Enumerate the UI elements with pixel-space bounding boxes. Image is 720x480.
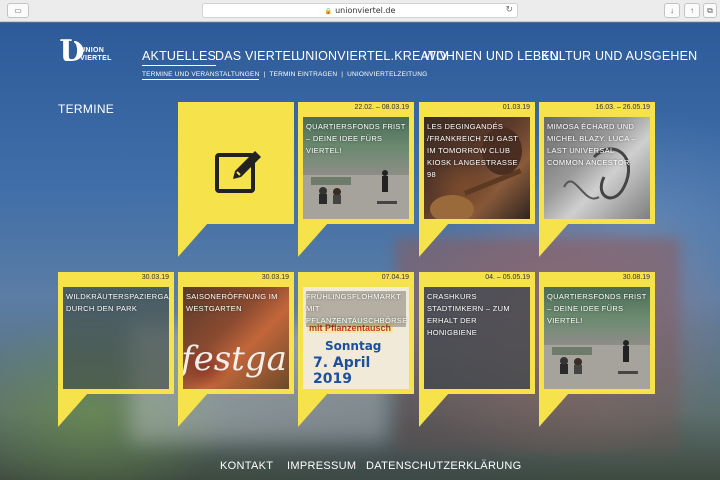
card-date: 30.03.19 — [261, 274, 289, 281]
card-event[interactable]: MIMOSA ÉCHARD UND MICHEL BLAZY. LUCA – L… — [539, 102, 655, 258]
sidebar-toggle-icon[interactable]: ▭ — [7, 3, 29, 18]
section-title: TERMINE — [58, 102, 115, 116]
card-frame: WILDKRÄUTERSPAZIERGANG DURCH DEN PARK — [58, 272, 174, 394]
url-text: unionviertel.de — [335, 6, 396, 15]
card-frame: CRASHKURS STADTIMKERN – ZUM ERHALT DER H… — [419, 272, 535, 394]
card-termin-eintragen[interactable]: TERMIN EINTRAGEN — [178, 102, 294, 258]
poster-line-3: 7. April 2019 — [313, 355, 371, 387]
reload-icon[interactable]: ↻ — [505, 4, 513, 17]
card-event[interactable]: WILDKRÄUTERSPAZIERGANG DURCH DEN PARK 30… — [58, 272, 174, 428]
speech-tail — [539, 223, 569, 257]
footer-link-impressum[interactable]: IMPRESSUM — [287, 460, 356, 472]
card-caption: LES DEGINGANDÉS /FRANKREICH ZU GAST IM T… — [427, 122, 518, 179]
card-date: 30.08.19 — [622, 274, 650, 281]
card-frame: LES DEGINGANDÉS /FRANKREICH ZU GAST IM T… — [419, 102, 535, 224]
footer-link-datenschutz[interactable]: DATENSCHUTZERKLÄRUNG — [366, 460, 522, 472]
card-event[interactable]: QUARTIERSFONDS FRIST – DEINE IDEE FÜRS V… — [539, 272, 655, 428]
nav-item-wohnen-und-leben[interactable]: WOHNEN UND LEBEN — [424, 49, 559, 63]
site-logo[interactable]: Ʋ UNION VIERTEL — [58, 37, 118, 73]
card-date: 07.04.19 — [381, 274, 409, 281]
share-icon[interactable]: ↑ — [684, 3, 700, 18]
logo-word-2: VIERTEL — [80, 55, 112, 62]
poster-line-2: Sonntag — [325, 339, 382, 353]
card-date: 16.03. – 26.05.19 — [595, 104, 651, 111]
subnav-separator: | — [263, 71, 266, 78]
speech-tail — [298, 223, 328, 257]
subnav-termin-eintragen[interactable]: TERMIN EINTRAGEN — [269, 71, 337, 78]
card-frame: MIMOSA ÉCHARD UND MICHEL BLAZY. LUCA – L… — [539, 102, 655, 224]
card-caption: WILDKRÄUTERSPAZIERGANG DURCH DEN PARK — [66, 292, 174, 313]
card-caption: SAISONERÖFFNUNG IM WESTGARTEN — [186, 292, 278, 313]
subnav-termine[interactable]: TERMINE UND VERANSTALTUNGEN — [142, 71, 260, 80]
card-date: 30.03.19 — [141, 274, 169, 281]
card-date: 04. – 05.05.19 — [485, 274, 530, 281]
card-frame: TERMIN EINTRAGEN — [178, 102, 294, 224]
subnav-separator: | — [341, 71, 344, 78]
speech-tail — [178, 393, 208, 427]
card-caption: MIMOSA ÉCHARD UND MICHEL BLAZY. LUCA – L… — [547, 122, 636, 167]
card-date: 22.02. – 08.03.19 — [354, 104, 410, 111]
browser-toolbar: ▭ 🔒 unionviertel.de ↻ ↓ ↑ ⧉ — [0, 0, 720, 22]
subnav-zeitung[interactable]: UNIONVIERTELZEITUNG — [347, 71, 427, 78]
download-icon[interactable]: ↓ — [664, 3, 680, 18]
card-frame: mit Pflanzentausch Sonntag 7. April 2019… — [298, 272, 414, 394]
card-date: 01.03.19 — [502, 104, 530, 111]
nav-item-kultur-und-ausgehen[interactable]: KULTUR UND AUSGEHEN — [541, 49, 697, 63]
card-event[interactable]: mit Pflanzentausch Sonntag 7. April 2019… — [298, 272, 414, 428]
tabs-icon[interactable]: ⧉ — [703, 3, 717, 18]
speech-tail — [419, 393, 449, 427]
speech-tail — [539, 393, 569, 427]
nav-item-aktuelles[interactable]: AKTUELLES — [142, 49, 217, 66]
card-caption: QUARTIERSFONDS FRIST – DEINE IDEE FÜRS V… — [547, 292, 647, 325]
card-frame: QUARTIERSFONDS FRIST – DEINE IDEE FÜRS V… — [298, 102, 414, 224]
card-caption: CRASHKURS STADTIMKERN – ZUM ERHALT DER H… — [427, 292, 510, 337]
footer-link-kontakt[interactable]: KONTAKT — [220, 460, 273, 472]
card-frame: QUARTIERSFONDS FRIST – DEINE IDEE FÜRS V… — [539, 272, 655, 394]
card-event[interactable]: CRASHKURS STADTIMKERN – ZUM ERHALT DER H… — [419, 272, 535, 428]
card-event[interactable]: QUARTIERSFONDS FRIST – DEINE IDEE FÜRS V… — [298, 102, 414, 258]
card-event[interactable]: festga SAISONERÖFFNUNG IM WESTGARTEN 30.… — [178, 272, 294, 428]
sub-nav: TERMINE UND VERANSTALTUNGEN | TERMIN EINTR… — [142, 71, 427, 80]
card-caption: QUARTIERSFONDS FRIST – DEINE IDEE FÜRS V… — [306, 122, 406, 155]
page-background: Ʋ UNION VIERTEL AKTUELLES DAS VIERTEL UN… — [0, 23, 720, 480]
speech-tail — [419, 223, 449, 257]
speech-tail — [298, 393, 328, 427]
nav-item-das-viertel[interactable]: DAS VIERTEL — [215, 49, 298, 63]
lock-icon: 🔒 — [324, 8, 333, 15]
speech-tail — [58, 393, 88, 427]
card-frame: festga SAISONERÖFFNUNG IM WESTGARTEN — [178, 272, 294, 394]
edit-icon — [215, 151, 261, 193]
festival-lettering: festga — [181, 339, 287, 379]
logo-word-1: UNION — [80, 47, 105, 54]
card-caption: TERMIN EINTRAGEN — [207, 106, 287, 115]
address-bar[interactable]: 🔒 unionviertel.de ↻ — [202, 3, 518, 18]
card-caption: FRÜHLINGSFLOHMARKT MIT PFLANZENTAUSCHBÖR… — [306, 291, 408, 327]
card-event[interactable]: LES DEGINGANDÉS /FRANKREICH ZU GAST IM T… — [419, 102, 535, 258]
speech-tail — [178, 223, 208, 257]
